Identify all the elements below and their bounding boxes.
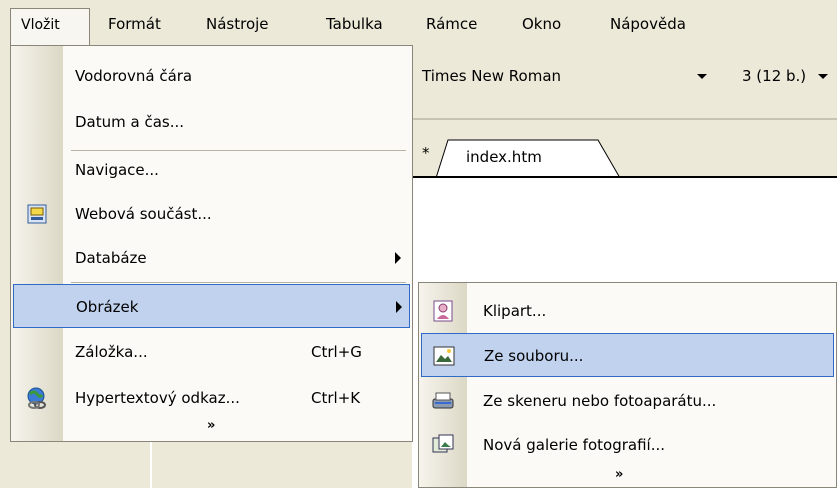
menu-item-navigation[interactable]: Navigace... xyxy=(11,148,412,192)
picture-submenu: Klipart... Ze souboru... Ze skeneru nebo… xyxy=(418,282,837,488)
menu-tools[interactable]: Nástroje xyxy=(206,12,269,36)
menu-insert[interactable]: Vložit xyxy=(10,8,90,46)
submenu-item-label: Ze skeneru nebo fotoaparátu... xyxy=(483,392,717,410)
menu-format[interactable]: Formát xyxy=(108,12,161,36)
menu-item-label: Datum a čas... xyxy=(75,113,185,131)
clipart-icon xyxy=(433,300,453,322)
menu-table[interactable]: Tabulka xyxy=(326,12,383,36)
submenu-item-from-scanner[interactable]: Ze skeneru nebo fotoaparátu... xyxy=(419,379,836,423)
menu-help[interactable]: Nápověda xyxy=(610,12,686,36)
menu-item-web-component[interactable]: Webová součást... xyxy=(11,192,412,236)
menu-item-shortcut: Ctrl+K xyxy=(311,389,361,407)
menu-table-label: Tabulka xyxy=(326,15,383,33)
hyperlink-globe-icon xyxy=(27,387,46,409)
menu-item-label: Záložka... xyxy=(75,343,148,361)
submenu-item-from-file[interactable]: Ze souboru... xyxy=(421,333,834,377)
font-name-dropdown[interactable]: Times New Roman xyxy=(412,62,712,90)
tab-index-htm[interactable]: index.htm xyxy=(466,148,542,166)
menu-item-label: Databáze xyxy=(75,249,147,267)
font-size-dropdown[interactable]: 3 (12 b.) xyxy=(742,62,828,90)
expand-menu-chevron-icon[interactable]: » xyxy=(207,418,215,433)
left-edge-strip xyxy=(0,46,10,488)
menu-separator xyxy=(71,282,406,283)
menu-item-date-time[interactable]: Datum a čas... xyxy=(11,100,412,144)
menu-item-database[interactable]: Databáze xyxy=(11,236,412,280)
menu-item-label: Webová součást... xyxy=(75,205,212,223)
menu-item-label: Vodorovná čára xyxy=(75,67,193,85)
menu-bar: Vložit Formát Nástroje Tabulka Rámce Okn… xyxy=(0,0,837,46)
font-size-value: 3 (12 b.) xyxy=(742,67,807,85)
toolbar-separator xyxy=(412,118,837,120)
menu-item-label: Obrázek xyxy=(76,298,139,316)
menu-item-shortcut: Ctrl+G xyxy=(311,343,362,361)
menu-item-label: Hypertextový odkaz... xyxy=(75,389,240,407)
menu-window[interactable]: Okno xyxy=(522,12,561,36)
font-dropdown-arrow-icon[interactable] xyxy=(697,74,707,79)
submenu-item-clipart[interactable]: Klipart... xyxy=(419,289,836,333)
picture-file-icon xyxy=(433,346,455,366)
expand-submenu-chevron-icon[interactable]: » xyxy=(615,467,623,482)
size-dropdown-arrow-icon[interactable] xyxy=(818,74,828,79)
menu-frames-label: Rámce xyxy=(426,15,478,33)
menu-tools-label: Nástroje xyxy=(206,15,269,33)
menu-insert-label: Vložit xyxy=(21,17,60,33)
menu-item-label: Navigace... xyxy=(75,161,159,179)
photo-gallery-icon xyxy=(432,434,454,453)
menu-item-horizontal-line[interactable]: Vodorovná čára xyxy=(11,54,412,98)
scanner-icon xyxy=(432,392,454,409)
submenu-arrow-icon xyxy=(395,252,401,264)
submenu-item-new-photo-gallery[interactable]: Nová galerie fotografií... xyxy=(419,423,836,467)
menu-item-bookmark[interactable]: Záložka... Ctrl+G xyxy=(11,330,412,374)
web-component-icon xyxy=(27,204,47,224)
font-name-value: Times New Roman xyxy=(422,67,562,85)
menu-item-picture[interactable]: Obrázek xyxy=(13,284,410,328)
document-tabs: * index.htm xyxy=(412,130,837,179)
menu-help-label: Nápověda xyxy=(610,15,686,33)
menu-format-label: Formát xyxy=(108,15,161,33)
menu-window-label: Okno xyxy=(522,15,562,33)
insert-dropdown-menu: Vodorovná čára Datum a čas... Navigace..… xyxy=(10,45,413,442)
menu-frames[interactable]: Rámce xyxy=(426,12,477,36)
submenu-item-label: Klipart... xyxy=(483,302,547,320)
submenu-arrow-icon xyxy=(396,301,402,313)
tab-active-marker[interactable]: * xyxy=(422,144,430,162)
menu-item-hyperlink[interactable]: Hypertextový odkaz... Ctrl+K xyxy=(11,376,412,420)
submenu-item-label: Nová galerie fotografií... xyxy=(483,436,665,454)
submenu-item-label: Ze souboru... xyxy=(484,347,584,365)
